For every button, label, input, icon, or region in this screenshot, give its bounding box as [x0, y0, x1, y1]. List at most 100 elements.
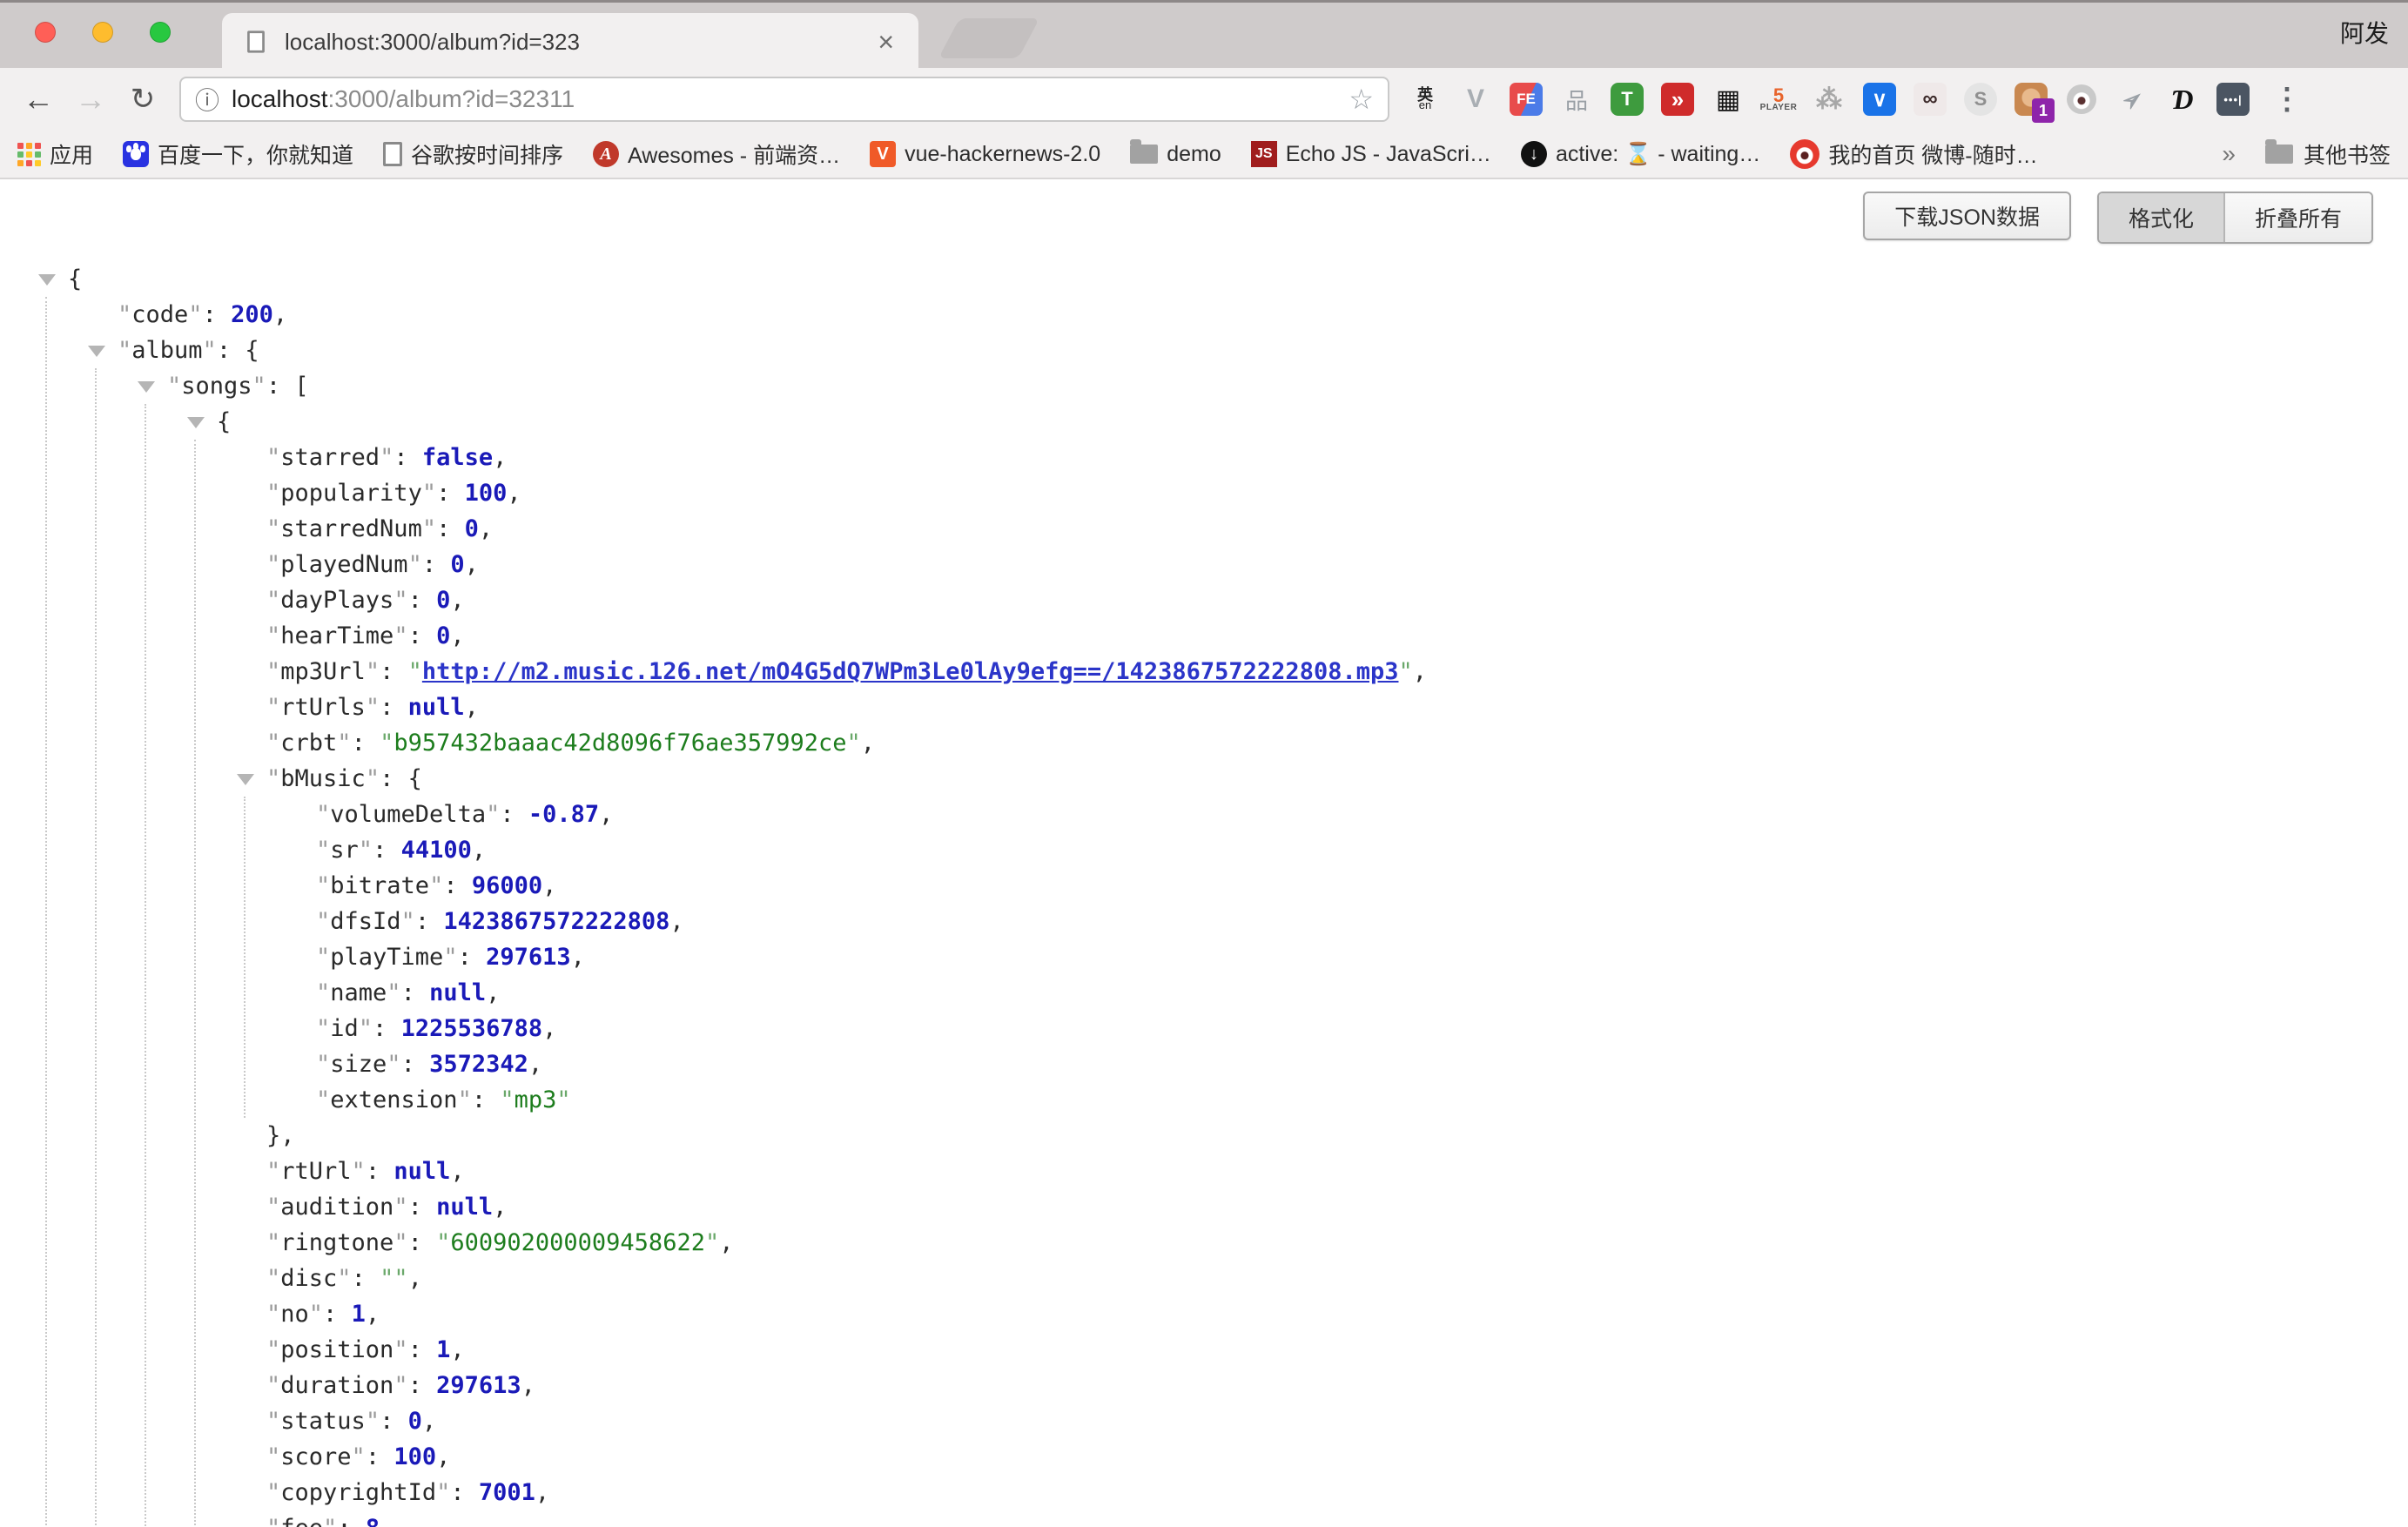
- json-line: "size": 3572342,: [0, 1046, 2408, 1082]
- qr-code-extension-icon[interactable]: ▦: [1712, 83, 1745, 116]
- baidu-paw-icon: [123, 141, 149, 167]
- profile-name[interactable]: 阿发: [2340, 15, 2389, 50]
- json-line: "sr": 44100,: [0, 832, 2408, 868]
- d-extension-icon[interactable]: Ɗ: [2166, 83, 2199, 116]
- new-tab-button[interactable]: [938, 18, 1039, 58]
- json-line: "volumeDelta": -0.87,: [0, 797, 2408, 832]
- blue-v-extension-icon[interactable]: ∨: [1863, 83, 1896, 116]
- url-text[interactable]: localhost:3000/album?id=32311: [232, 85, 575, 113]
- tab-favicon-page-icon: [247, 30, 265, 52]
- json-line: "id": 1225536788,: [0, 1011, 2408, 1046]
- json-line: "position": 1,: [0, 1332, 2408, 1368]
- json-line: "playedNum": 0,: [0, 547, 2408, 582]
- json-line: "fee": 8,: [0, 1510, 2408, 1527]
- extensions-row: 英en V FE 品 T » ▦ 5PLAYER ⁂ ∨ ∞ S 1 ➢ Ɗ •…: [1409, 82, 2302, 117]
- download-circle-icon: ↓: [1521, 141, 1547, 167]
- html5-player-extension-icon[interactable]: 5PLAYER: [1762, 83, 1795, 116]
- bookmark-echo-js[interactable]: JS Echo JS - JavaScri…: [1251, 141, 1491, 167]
- json-line: "album": {: [0, 333, 2408, 368]
- back-icon[interactable]: ←: [16, 84, 61, 115]
- json-line: "ringtone": "600902000009458622",: [0, 1225, 2408, 1261]
- fe-extension-icon[interactable]: FE: [1510, 83, 1543, 116]
- devtools-extension-icon[interactable]: •••|: [2216, 83, 2250, 116]
- json-line: },: [0, 1118, 2408, 1154]
- json-actions: 下载JSON数据 格式化 折叠所有: [1863, 192, 2373, 244]
- bookmark-active[interactable]: ↓ active: ⌛ - waiting…: [1521, 141, 1760, 167]
- json-line: "status": 0,: [0, 1403, 2408, 1439]
- bookmark-baidu[interactable]: 百度一下，你就知道: [123, 138, 353, 170]
- translate-extension-icon[interactable]: 英en: [1409, 83, 1442, 116]
- tampermonkey-extension-icon[interactable]: T: [1611, 83, 1644, 116]
- json-line: "bitrate": 96000,: [0, 868, 2408, 904]
- json-line: "disc": "",: [0, 1261, 2408, 1296]
- tab-title-fade: [763, 22, 842, 65]
- mask-extension-icon[interactable]: ∞: [1914, 83, 1947, 116]
- json-line: "name": null,: [0, 975, 2408, 1011]
- browser-toolbar: ← → ↻ ⓘ localhost:3000/album?id=32311 ☆ …: [0, 68, 2408, 131]
- s-extension-icon[interactable]: S: [1964, 83, 1997, 116]
- tab-strip: localhost:3000/album?id=323 × 阿发: [0, 0, 2408, 68]
- bookmark-weibo[interactable]: 我的首页 微博-随时…: [1790, 138, 2037, 170]
- extension-badge: 1: [2032, 98, 2055, 123]
- bookmark-awesomes[interactable]: A Awesomes - 前端资…: [593, 138, 840, 170]
- json-line: "crbt": "b957432baaac42d8096f76ae357992c…: [0, 725, 2408, 761]
- browser-menu-icon[interactable]: ⋮: [2272, 82, 2302, 117]
- browser-tab[interactable]: localhost:3000/album?id=323 ×: [222, 13, 918, 71]
- reload-icon[interactable]: ↻: [120, 84, 165, 114]
- json-line: "rtUrl": null,: [0, 1154, 2408, 1189]
- folder-icon: [1130, 145, 1158, 164]
- bookmark-google-sort[interactable]: 谷歌按时间排序: [383, 138, 563, 170]
- address-bar[interactable]: ⓘ localhost:3000/album?id=32311 ☆: [179, 77, 1389, 122]
- js-icon: JS: [1251, 141, 1277, 167]
- format-button[interactable]: 格式化: [2099, 193, 2223, 242]
- view-mode-segment: 格式化 折叠所有: [2097, 192, 2373, 244]
- json-line: {: [0, 261, 2408, 297]
- folder-icon: [2265, 145, 2293, 164]
- forward-icon: →: [68, 84, 113, 115]
- monkey-extension-icon[interactable]: 1: [2015, 83, 2048, 116]
- collapse-arrow-icon[interactable]: [237, 774, 254, 785]
- collapse-arrow-icon[interactable]: [38, 274, 56, 286]
- weibo-gray-extension-icon[interactable]: [2065, 83, 2098, 116]
- vue-icon: V: [870, 141, 896, 167]
- vue-devtools-extension-icon[interactable]: V: [1459, 83, 1492, 116]
- page-info-icon[interactable]: ⓘ: [195, 82, 219, 117]
- json-line: "audition": null,: [0, 1189, 2408, 1225]
- json-line: "starredNum": 0,: [0, 511, 2408, 547]
- tab-close-icon[interactable]: ×: [878, 28, 894, 56]
- paw-extension-icon[interactable]: ⁂: [1813, 83, 1846, 116]
- bookmark-apps[interactable]: 应用: [17, 138, 93, 170]
- json-line: "bMusic": {: [0, 761, 2408, 797]
- minimize-window-button[interactable]: [92, 22, 113, 43]
- close-window-button[interactable]: [35, 22, 56, 43]
- bookmark-star-icon[interactable]: ☆: [1349, 83, 1374, 116]
- browser-window: localhost:3000/album?id=323 × 阿发 ← → ↻ ⓘ…: [0, 0, 2408, 1527]
- json-line: "hearTime": 0,: [0, 618, 2408, 654]
- hummingbird-extension-icon[interactable]: ➢: [2109, 76, 2156, 123]
- sitemap-extension-icon[interactable]: 品: [1560, 83, 1593, 116]
- bookmark-vue-hackernews[interactable]: V vue-hackernews-2.0: [870, 141, 1100, 167]
- bookmark-demo-folder[interactable]: demo: [1130, 142, 1221, 167]
- window-controls: [35, 22, 171, 43]
- url-path: :3000/album?id=32311: [328, 85, 575, 112]
- weibo-eye-icon: [2067, 84, 2096, 114]
- collapse-all-button[interactable]: 折叠所有: [2223, 193, 2371, 242]
- collapse-arrow-icon[interactable]: [187, 417, 205, 428]
- json-line: "score": 100,: [0, 1439, 2408, 1475]
- bookmarks-overflow-icon[interactable]: »: [2222, 140, 2236, 168]
- collapse-arrow-icon[interactable]: [138, 381, 155, 393]
- json-line: {: [0, 404, 2408, 440]
- json-link[interactable]: http://m2.music.126.net/mO4G5dQ7WPm3Le0l…: [422, 658, 1399, 685]
- other-bookmarks[interactable]: 其他书签: [2265, 138, 2391, 170]
- json-line: "duration": 297613,: [0, 1368, 2408, 1403]
- json-line: "popularity": 100,: [0, 475, 2408, 511]
- json-tree: {"code": 200,"album": {"songs": [{"starr…: [0, 261, 2408, 1527]
- collapse-arrow-icon[interactable]: [88, 346, 105, 357]
- video-speed-extension-icon[interactable]: »: [1661, 83, 1694, 116]
- json-line: "mp3Url": "http://m2.music.126.net/mO4G5…: [0, 654, 2408, 690]
- download-json-button[interactable]: 下载JSON数据: [1863, 192, 2071, 240]
- apps-grid-icon: [17, 143, 41, 166]
- json-line: "dayPlays": 0,: [0, 582, 2408, 618]
- maximize-window-button[interactable]: [150, 22, 171, 43]
- tab-title: localhost:3000/album?id=323: [285, 29, 807, 56]
